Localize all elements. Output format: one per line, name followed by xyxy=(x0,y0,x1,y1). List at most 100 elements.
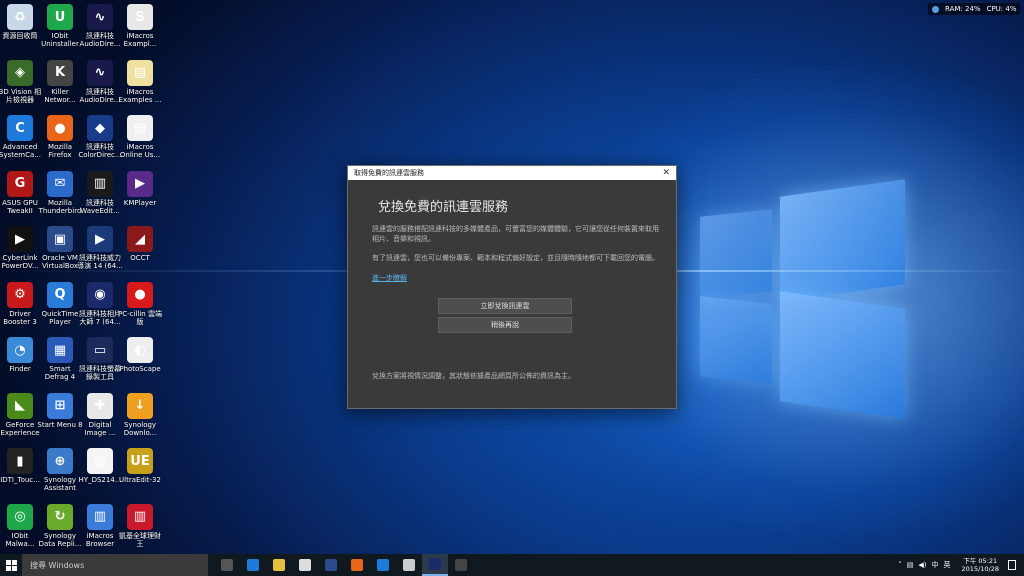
taskbar-virtualbox[interactable] xyxy=(318,554,344,576)
network-drive-icon xyxy=(403,559,415,571)
app-icon: ⚙ xyxy=(7,281,33,308)
app-icon: ▣ xyxy=(47,226,73,252)
desktop-icon[interactable]: ▤ iMacros Examples ... xyxy=(119,56,161,108)
taskbar-edge[interactable] xyxy=(240,554,266,576)
desktop-icon[interactable]: ◢ OCCT xyxy=(120,222,160,274)
dialog-heading: 兌換免費的訊連雲服務 xyxy=(378,200,509,215)
cpu-usage: CPU: 4% xyxy=(986,5,1017,13)
app-icon: ▶ xyxy=(127,170,153,197)
taskbar-network-drive[interactable] xyxy=(396,554,422,576)
desktop-icon[interactable]: SiMacros Exampl... xyxy=(120,0,160,52)
app-icon: S xyxy=(127,4,153,30)
app-icon: ⊞ xyxy=(47,392,73,419)
desktop-icon[interactable]: ▤ HY_DS214... xyxy=(79,444,121,496)
desktop-icon[interactable]: ▥ 凱基全球理財 王 xyxy=(119,500,161,552)
desktop-icon-label: PC-cillin 雲端 版 xyxy=(118,309,162,326)
app-icon: ▶ xyxy=(87,226,113,252)
app-icon: ▥ xyxy=(87,170,113,197)
taskbar-advanced-systemcare[interactable] xyxy=(370,554,396,576)
app-icon: Q xyxy=(47,281,73,308)
dialog-titlebar[interactable]: 取得免費的訊連雲服務 ✕ xyxy=(348,166,676,180)
start-button[interactable] xyxy=(0,554,22,576)
taskbar-photo-director[interactable] xyxy=(422,554,448,576)
desktop-icon-label: KMPlayer xyxy=(123,198,157,207)
language-indicator[interactable]: 英 xyxy=(944,560,951,570)
app-icon: ◣ xyxy=(7,392,33,419)
task-view-icon xyxy=(221,559,233,571)
app-icon: ▤ xyxy=(127,59,153,86)
desktop-icon[interactable]: ◐ PhotoScape xyxy=(119,333,161,385)
taskbar-firefox[interactable] xyxy=(344,554,370,576)
dialog-footer-note: 兌換方案將視情況調整，其狀態依據產品網頁所公佈的資訊為主。 xyxy=(372,372,575,380)
app-icon: ◉ xyxy=(87,281,113,308)
photo-director-icon xyxy=(429,558,441,570)
chevron-up-icon[interactable]: ˄ xyxy=(898,561,902,569)
taskbar: 搜尋 Windows ˄ ▤ ◀) 中 英 下午 05:21 2015/10/2… xyxy=(0,554,1024,576)
store-icon xyxy=(299,559,311,571)
dialog-title: 取得免費的訊連雲服務 xyxy=(354,169,424,177)
app-icon: ▦ xyxy=(47,337,73,363)
taskbar-cyberlink-app[interactable] xyxy=(448,554,474,576)
taskbar-task-view[interactable] xyxy=(214,554,240,576)
desktop-icon-label: 凱基全球理財 王 xyxy=(119,531,161,548)
clock[interactable]: 下午 05:21 2015/10/28 xyxy=(962,557,999,573)
ime-indicator[interactable]: 中 xyxy=(932,560,939,570)
app-icon: ▮ xyxy=(7,448,33,474)
desktop-icon[interactable]: ⊕ Synology Assistant xyxy=(40,444,80,496)
clock-time: 下午 05:21 xyxy=(963,557,998,565)
app-icon: ◔ xyxy=(7,337,33,363)
later-button[interactable]: 稍後再說 xyxy=(438,317,572,333)
desktop-icon[interactable]: ▶ KMPlayer xyxy=(120,167,160,219)
ram-usage: RAM: 24% xyxy=(945,5,981,13)
app-icon: ↓ xyxy=(127,392,153,419)
dialog-paragraph-2: 有了訊連雲，您也可以備份專案、範本和程式偏好設定，並且隨時隨地都可下載回您的電腦… xyxy=(372,254,659,262)
app-icon: C xyxy=(7,115,33,141)
desktop-icon-label: OCCT xyxy=(130,254,150,262)
app-icon: ♻ xyxy=(7,4,33,30)
notification-icon[interactable] xyxy=(1008,560,1016,570)
desktop-icon[interactable]: ◣ GeForce Experience xyxy=(0,389,40,441)
app-icon: UE xyxy=(127,448,153,474)
app-icon: ◢ xyxy=(127,226,153,252)
search-placeholder: 搜尋 Windows xyxy=(30,560,85,570)
app-icon: ▶ xyxy=(7,226,33,252)
desktop-icon-label: iMacros Exampl... xyxy=(123,32,157,48)
app-icon: ● xyxy=(127,281,153,308)
redeem-now-button[interactable]: 立即兌換訊連雲 xyxy=(438,298,572,314)
cyberlink-cloud-dialog: 取得免費的訊連雲服務 ✕ 兌換免費的訊連雲服務 訊連雲的服務搭配訊連科技的多媒體… xyxy=(347,165,677,409)
app-icon: ▭ xyxy=(87,337,113,363)
desktop-icon[interactable]: ● PC-cillin 雲端 版 xyxy=(118,278,162,330)
desktop-icon-label: UltraEdit-32 xyxy=(119,476,161,484)
app-icon: ↻ xyxy=(47,503,73,530)
learn-more-link[interactable]: 進一步瞭解 xyxy=(372,273,407,283)
network-icon[interactable]: ▤ xyxy=(907,561,914,569)
desktop-icon[interactable]: UE UltraEdit-32 xyxy=(119,444,161,496)
desktop-icon-label: iMacros Online Us... xyxy=(119,143,161,159)
cyberlink-app-icon xyxy=(455,559,467,571)
app-icon: ▥ xyxy=(87,503,113,530)
desktop-icon[interactable]: ▭ 訊連科技螢幕 錄製工具 xyxy=(79,333,121,385)
app-icon: ● xyxy=(47,115,73,141)
volume-icon[interactable]: ◀) xyxy=(918,561,926,569)
virtualbox-icon xyxy=(325,559,337,571)
app-icon: ◎ xyxy=(7,503,33,530)
desktop-icon[interactable]: ▶ 訊連科技威力 導演 14 (64... xyxy=(77,222,123,274)
app-icon: ▤ xyxy=(127,115,153,141)
taskbar-file-explorer[interactable] xyxy=(266,554,292,576)
desktop-icon[interactable]: ↓ Synology Downlo... xyxy=(120,389,160,441)
app-icon: G xyxy=(7,170,33,197)
system-tray: ˄ ▤ ◀) 中 英 下午 05:21 2015/10/28 xyxy=(898,557,1024,573)
desktop-icon[interactable]: ▤ iMacros Online Us... xyxy=(120,111,160,163)
search-box[interactable]: 搜尋 Windows xyxy=(22,554,208,576)
app-icon: K xyxy=(47,59,73,86)
desktop-icon-label: iMacros Examples ... xyxy=(118,87,162,104)
app-icon: ∿ xyxy=(87,59,113,86)
app-icon: ◆ xyxy=(87,115,113,141)
app-icon: U xyxy=(47,4,73,30)
windows-icon xyxy=(5,559,17,571)
firefox-icon xyxy=(351,559,363,571)
taskbar-store[interactable] xyxy=(292,554,318,576)
desktop-icon[interactable]: ▥ 訊連科技 WaveEdit... xyxy=(80,167,120,219)
close-icon[interactable]: ✕ xyxy=(662,167,670,179)
advanced-systemcare-icon xyxy=(377,559,389,571)
